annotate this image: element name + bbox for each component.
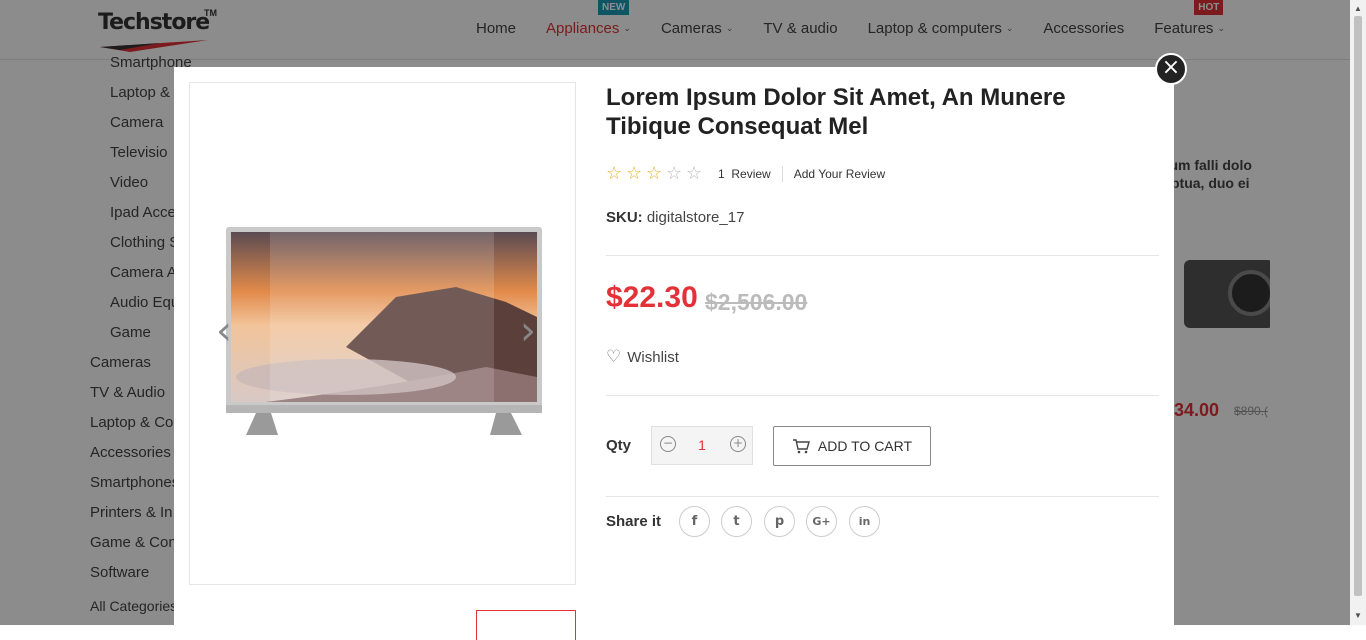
linkedin-icon[interactable]: in [849,506,880,537]
twitter-icon[interactable]: t [721,506,752,537]
previous-image-arrow-icon[interactable]: ‹ [216,311,232,351]
product-old-price: $2,506.00 [705,289,808,315]
tv-product-image [226,227,542,435]
qty-input[interactable]: 1 [682,437,722,453]
quick-view-modal: ‹ › Lorem Ipsum Dolor Sit Amet, An Muner… [174,67,1174,640]
scroll-up-icon[interactable]: ▲ [1354,4,1362,13]
qty-label: Qty [606,437,632,454]
page-scrollbar[interactable]: ▲ ▼ [1350,0,1366,625]
product-sku: SKU: digitalstore_17 [606,209,745,226]
share-label: Share it [606,513,662,530]
add-review-link[interactable]: Add Your Review [794,167,885,181]
wishlist-button[interactable]: ♡ Wishlist [606,347,679,367]
heart-icon: ♡ [606,347,622,367]
product-image-gallery: ‹ › [189,82,576,585]
star-filled-icon: ☆ [606,163,623,184]
star-filled-icon: ☆ [646,163,663,184]
pinterest-icon[interactable]: p [764,506,795,537]
product-rating: ☆ ☆ ☆ ☆ ☆ 1 Review Add Your Review [606,163,885,184]
cart-icon [792,439,810,454]
star-empty-icon: ☆ [686,163,703,184]
product-price: $22.30 [606,281,698,314]
star-filled-icon: ☆ [626,163,643,184]
active-thumbnail[interactable] [476,610,576,640]
facebook-icon[interactable]: f [679,506,710,537]
google-plus-icon[interactable]: G+ [806,506,837,537]
rating-stars: ☆ ☆ ☆ ☆ ☆ [606,163,706,184]
product-title: Lorem Ipsum Dolor Sit Amet, An Munere Ti… [606,84,1066,140]
divider [606,496,1159,497]
increase-qty-button[interactable]: + [730,436,746,452]
divider [781,165,783,182]
review-count-link[interactable]: 1 Review [718,167,771,181]
divider [606,255,1159,256]
divider [606,395,1159,396]
star-empty-icon: ☆ [666,163,683,184]
close-icon: × [1161,55,1181,80]
decrease-qty-button[interactable]: − [660,436,676,452]
quantity-stepper: − 1 + [651,426,753,465]
add-to-cart-button[interactable]: ADD TO CART [773,426,931,466]
close-modal-button[interactable]: × [1155,53,1187,85]
scroll-down-icon[interactable]: ▼ [1354,611,1362,620]
scrollbar-thumb[interactable] [1354,16,1362,596]
next-image-arrow-icon[interactable]: › [520,311,536,351]
